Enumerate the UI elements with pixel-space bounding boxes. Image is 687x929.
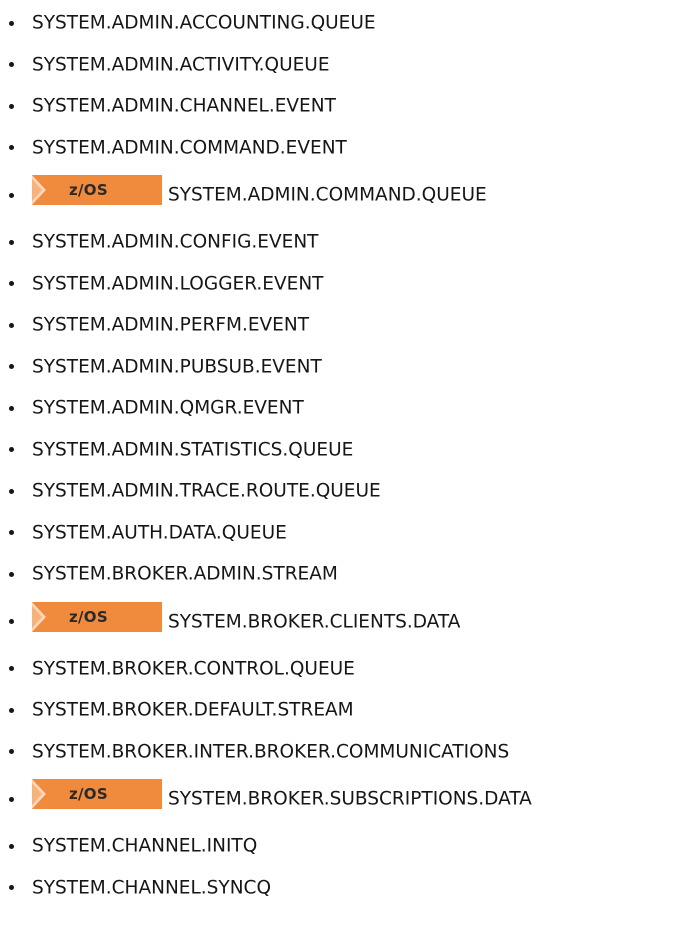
list-item: z/OS SYSTEM.BROKER.SUBSCRIPTIONS.DATA <box>0 772 687 825</box>
queue-name: SYSTEM.BROKER.INTER.BROKER.COMMUNICATION… <box>32 740 510 762</box>
queue-name: SYSTEM.BROKER.DEFAULT.STREAM <box>32 699 354 721</box>
queue-name: SYSTEM.ADMIN.COMMAND.QUEUE <box>168 184 487 206</box>
list-item: SYSTEM.ADMIN.ACTIVITY.QUEUE <box>0 44 687 86</box>
bullet-icon <box>9 364 14 370</box>
list-item: SYSTEM.ADMIN.LOGGER.EVENT <box>0 263 687 305</box>
bullet-icon <box>9 20 14 26</box>
bullet-icon <box>9 405 14 411</box>
bullet-icon <box>9 281 14 287</box>
bullet-icon <box>9 707 14 713</box>
queue-name: SYSTEM.ADMIN.ACTIVITY.QUEUE <box>32 53 330 75</box>
bullet-icon <box>9 62 14 68</box>
list-item: SYSTEM.BROKER.CONTROL.QUEUE <box>0 648 687 690</box>
bullet-icon <box>9 322 14 328</box>
list-item: SYSTEM.BROKER.ADMIN.STREAM <box>0 553 687 595</box>
bullet-icon <box>9 843 14 849</box>
zos-badge: z/OS <box>32 175 162 205</box>
list-item: SYSTEM.ADMIN.COMMAND.EVENT <box>0 127 687 169</box>
bullet-icon <box>9 530 14 536</box>
queue-name: SYSTEM.BROKER.SUBSCRIPTIONS.DATA <box>168 788 532 810</box>
zos-badge-label: z/OS <box>69 785 108 803</box>
bullet-icon <box>9 571 14 577</box>
queue-name: SYSTEM.ADMIN.PERFM.EVENT <box>32 314 310 336</box>
list-item: SYSTEM.ADMIN.TRACE.ROUTE.QUEUE <box>0 470 687 512</box>
zos-badge: z/OS <box>32 601 162 632</box>
bullet-icon <box>9 447 14 453</box>
queue-name: SYSTEM.CHANNEL.INITQ <box>32 835 258 857</box>
queue-name: SYSTEM.ADMIN.QMGR.EVENT <box>32 397 304 419</box>
list-item: SYSTEM.ADMIN.CONFIG.EVENT <box>0 221 687 263</box>
queue-name: SYSTEM.AUTH.DATA.QUEUE <box>32 521 287 543</box>
list-item: SYSTEM.CHANNEL.INITQ <box>0 825 687 867</box>
queue-name: SYSTEM.ADMIN.COMMAND.EVENT <box>32 136 347 158</box>
queue-name: SYSTEM.ADMIN.CHANNEL.EVENT <box>32 95 336 117</box>
list-item: SYSTEM.ADMIN.STATISTICS.QUEUE <box>0 429 687 471</box>
list-item: SYSTEM.CHANNEL.SYNCQ <box>0 867 687 909</box>
list-item: SYSTEM.ADMIN.QMGR.EVENT <box>0 387 687 429</box>
system-queue-list: SYSTEM.ADMIN.ACCOUNTING.QUEUE SYSTEM.ADM… <box>0 2 687 908</box>
list-item: z/OS SYSTEM.BROKER.CLIENTS.DATA <box>0 595 687 648</box>
queue-name: SYSTEM.CHANNEL.SYNCQ <box>32 876 272 898</box>
queue-name: SYSTEM.ADMIN.STATISTICS.QUEUE <box>32 438 354 460</box>
list-item: SYSTEM.AUTH.DATA.QUEUE <box>0 512 687 554</box>
queue-name: SYSTEM.ADMIN.TRACE.ROUTE.QUEUE <box>32 480 381 502</box>
bullet-icon <box>9 796 14 802</box>
list-item: SYSTEM.ADMIN.CHANNEL.EVENT <box>0 85 687 127</box>
list-item: SYSTEM.ADMIN.PUBSUB.EVENT <box>0 346 687 388</box>
list-item: SYSTEM.ADMIN.PERFM.EVENT <box>0 304 687 346</box>
zos-badge-label: z/OS <box>69 607 108 626</box>
list-item: z/OS SYSTEM.ADMIN.COMMAND.QUEUE <box>0 168 687 221</box>
bullet-icon <box>9 749 14 755</box>
bullet-icon <box>9 239 14 245</box>
list-item: SYSTEM.BROKER.INTER.BROKER.COMMUNICATION… <box>0 731 687 773</box>
bullet-icon <box>9 666 14 672</box>
queue-name: SYSTEM.ADMIN.ACCOUNTING.QUEUE <box>32 12 376 34</box>
bullet-icon <box>9 619 14 624</box>
bullet-icon <box>9 192 14 198</box>
queue-name: SYSTEM.BROKER.CONTROL.QUEUE <box>32 657 355 679</box>
queue-name: SYSTEM.BROKER.CLIENTS.DATA <box>168 611 461 632</box>
bullet-icon <box>9 885 14 891</box>
list-item: SYSTEM.BROKER.DEFAULT.STREAM <box>0 689 687 731</box>
queue-name: SYSTEM.ADMIN.LOGGER.EVENT <box>32 272 324 294</box>
zos-badge: z/OS <box>32 779 162 809</box>
queue-name: SYSTEM.ADMIN.PUBSUB.EVENT <box>32 355 322 377</box>
bullet-icon <box>9 488 14 494</box>
list-item: SYSTEM.ADMIN.ACCOUNTING.QUEUE <box>0 2 687 44</box>
queue-name: SYSTEM.BROKER.ADMIN.STREAM <box>32 563 338 585</box>
zos-badge-label: z/OS <box>69 181 108 199</box>
queue-name: SYSTEM.ADMIN.CONFIG.EVENT <box>32 231 319 253</box>
bullet-icon <box>9 145 14 151</box>
bullet-icon <box>9 103 14 109</box>
